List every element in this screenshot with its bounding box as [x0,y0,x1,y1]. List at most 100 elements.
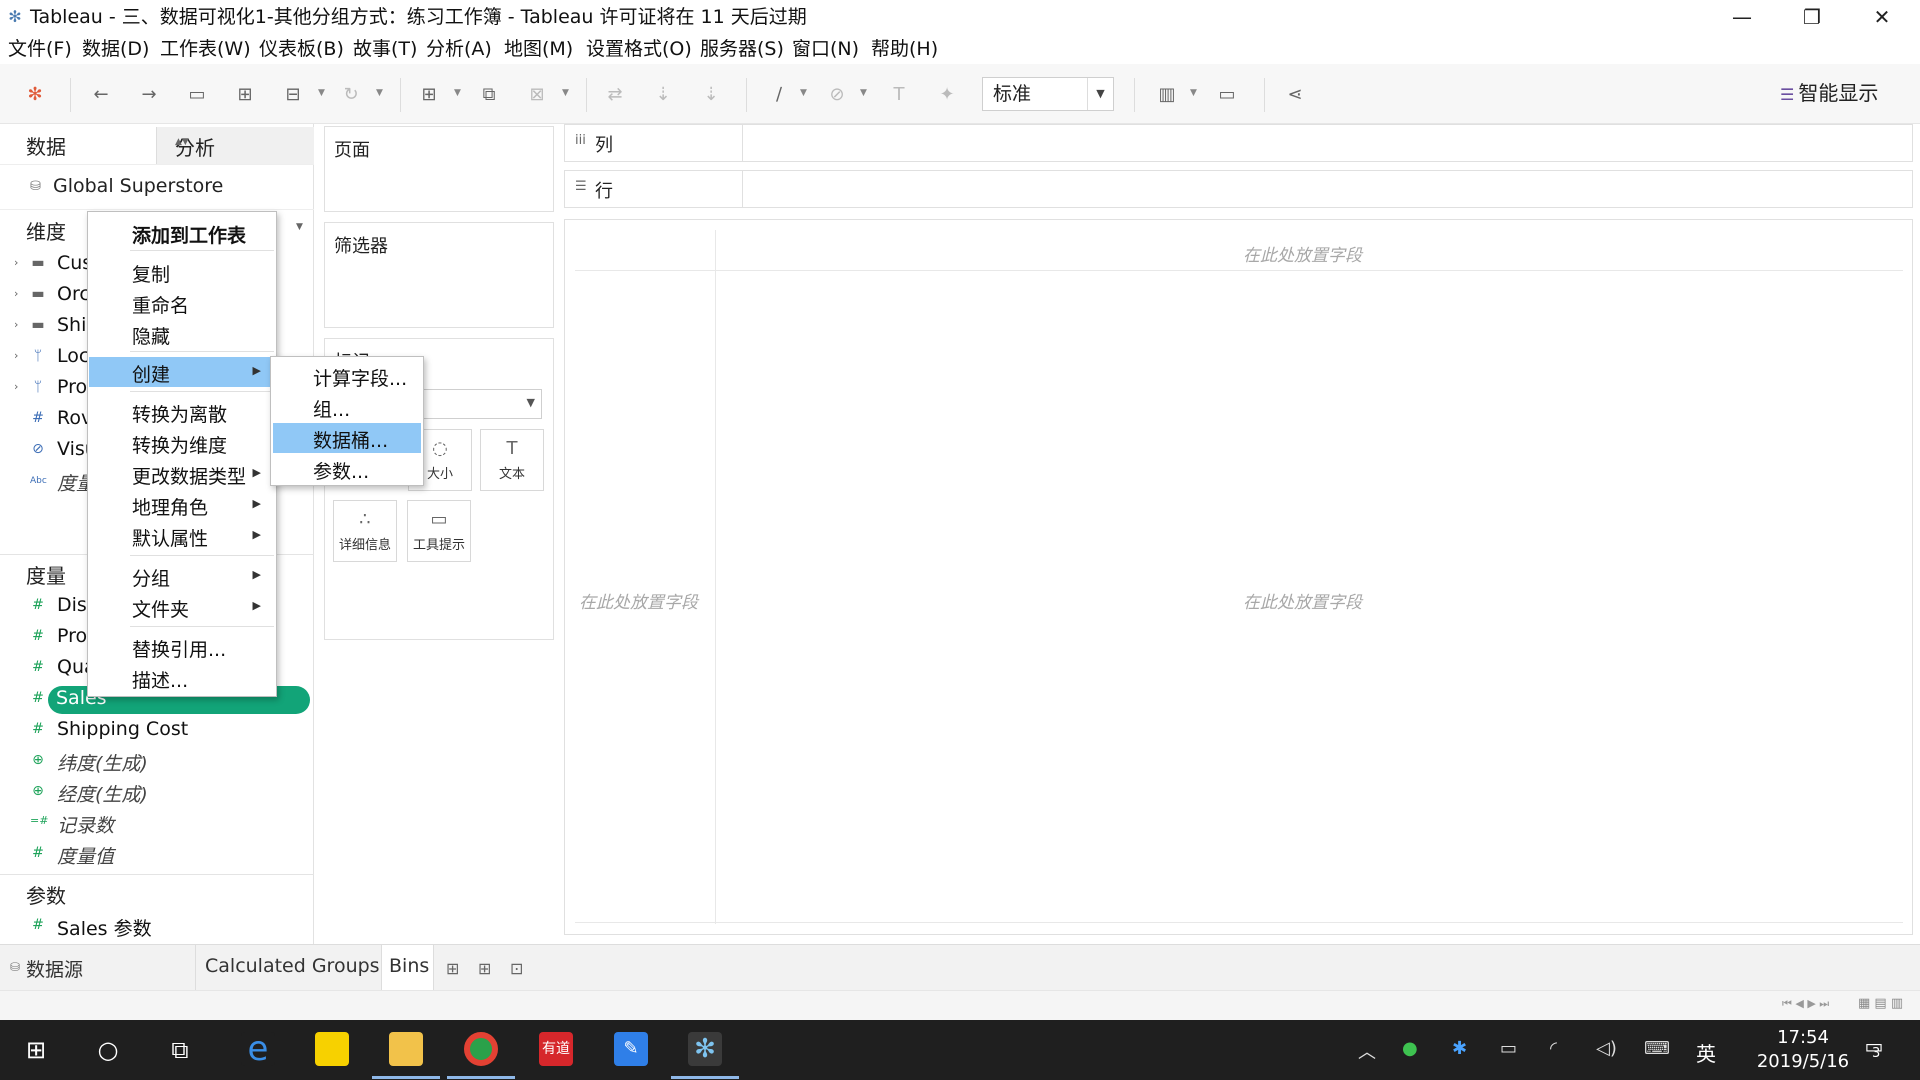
wechat-icon[interactable]: ● [1402,1038,1418,1059]
expand-icon[interactable]: › [14,349,18,362]
presentation-mode-icon[interactable]: ▭ [1214,82,1240,108]
redo-icon[interactable]: → [136,82,162,108]
file-explorer-icon[interactable] [389,1032,423,1066]
show-me-button[interactable]: ☰ 智能显示 [1780,78,1878,108]
menu-map[interactable]: 地图(M) [504,37,573,61]
refresh-icon[interactable]: ↻ [338,82,364,108]
battery-icon[interactable]: ▭ [1500,1038,1517,1059]
menu-convert-discrete[interactable]: 转换为离散 [89,397,275,427]
measure-field[interactable]: # Shipping Cost [0,716,314,746]
tab-datasource[interactable]: ⛁ 数据源 [0,945,196,991]
new-datasource-icon[interactable]: ⊞ [232,82,258,108]
menu-calculated-field[interactable]: 计算字段... [273,361,421,391]
pause-updates-icon[interactable]: ⊟ [280,82,306,108]
show-cards-icon[interactable]: ▥ [1154,82,1180,108]
sheet-nav-icon[interactable]: ⏮ ◀ ▶ ⏭ [1782,997,1829,1011]
note-app-icon[interactable]: ✎ [614,1032,648,1066]
bluetooth-app-icon[interactable]: ✱ [1452,1038,1467,1059]
windows-start-icon[interactable]: ⊞ [16,1030,56,1070]
pages-shelf[interactable]: 页面 [324,126,554,212]
measure-field[interactable]: ⊕ 经度(生成) [0,778,314,808]
columns-shelf[interactable]: iii 列 [564,124,1913,162]
expand-icon[interactable]: › [14,380,18,393]
restore-button[interactable]: ❐ [1782,0,1842,34]
menu-hide[interactable]: 隐藏 [89,319,275,349]
menu-story[interactable]: 故事(T) [353,37,417,61]
menu-rename[interactable]: 重命名 [89,288,275,318]
tab-data[interactable]: 数据 [0,124,156,164]
duplicate-sheet-icon[interactable]: ⧉ [476,82,502,108]
menu-server[interactable]: 服务器(S) [700,37,784,61]
menu-folder[interactable]: 文件夹 ▶ [89,592,275,622]
close-button[interactable]: ✕ [1852,0,1912,34]
drop-field-left[interactable]: 在此处放置字段 [579,588,698,613]
menu-create[interactable]: 创建 ▶ [89,357,275,387]
sheet-sorter-icon[interactable]: ▦ ▤ ▥ [1858,996,1903,1011]
text-button[interactable]: T 文本 [480,429,544,491]
clock[interactable]: 17:54 2019/5/16 [1748,1026,1858,1074]
cortana-icon[interactable]: ○ [88,1030,128,1070]
ime-indicator[interactable]: 英 [1696,1038,1716,1067]
datasource-item[interactable]: ⛁ Global Superstore [0,164,314,210]
highlight-icon[interactable]: ∕ [766,82,792,108]
group-members-icon[interactable]: ⊘ [824,82,850,108]
view-canvas[interactable]: 在此处放置字段 在此处放置字段 在此处放置字段 [564,219,1913,935]
tray-expand-icon[interactable]: ︿ [1358,1038,1376,1064]
menu-replace-references[interactable]: 替换引用... [89,632,275,662]
menu-add-to-sheet[interactable]: 添加到工作表 [89,218,275,248]
measure-field[interactable]: # 度量值 [0,840,314,870]
tooltip-button[interactable]: ▭ 工具提示 [407,500,471,562]
tableau-taskbar-icon[interactable]: ✻ [688,1032,722,1066]
sort-ascending-icon[interactable]: ⇣ [650,82,676,108]
new-worksheet-icon[interactable]: ⊞ [446,959,459,978]
sticky-notes-icon[interactable] [315,1032,349,1066]
menu-worksheet[interactable]: 工作表(W) [160,37,251,61]
measure-field[interactable]: ⊕ 纬度(生成) [0,747,314,777]
chrome-icon[interactable] [464,1032,498,1066]
menu-create-group[interactable]: 组... [273,392,421,422]
tab-calculated-groups[interactable]: Calculated Groups [196,945,382,991]
menu-default-properties[interactable]: 默认属性 ▶ [89,521,275,551]
menu-window[interactable]: 窗口(N) [792,37,859,61]
share-icon[interactable]: ⋖ [1282,82,1308,108]
parameter-field[interactable]: # Sales 参数 [0,912,314,942]
task-view-icon[interactable]: ⧉ [160,1030,200,1070]
menu-analysis[interactable]: 分析(A) [426,37,492,61]
rows-shelf[interactable]: ☰ 行 [564,170,1913,208]
menu-convert-dimension[interactable]: 转换为维度 [89,428,275,458]
tab-bins[interactable]: Bins [382,945,434,991]
menu-change-data-type[interactable]: 更改数据类型 ▶ [89,459,275,489]
new-story-icon[interactable]: ⊡ [510,959,523,978]
new-worksheet-icon[interactable]: ⊞ [416,82,442,108]
drop-field-top[interactable]: 在此处放置字段 [1243,241,1362,266]
menu-file[interactable]: 文件(F) [8,37,72,61]
menu-data[interactable]: 数据(D) [82,37,149,61]
save-icon[interactable]: ▭ [184,82,210,108]
drop-field-center[interactable]: 在此处放置字段 [1243,588,1362,613]
mark-type-select[interactable]: ▼ [420,389,542,419]
menu-bins[interactable]: 数据桶... [273,423,421,453]
menu-parameter[interactable]: 参数... [273,454,421,484]
menu-describe[interactable]: 描述... [89,663,275,693]
action-center-icon[interactable]: 3 ▭ [1858,1034,1890,1066]
volume-icon[interactable]: ◁) [1596,1038,1617,1059]
menu-copy[interactable]: 复制 [89,257,275,287]
menu-dashboard[interactable]: 仪表板(B) [259,37,344,61]
menu-group[interactable]: 分组 ▶ [89,561,275,591]
menu-format[interactable]: 设置格式(O) [586,37,692,61]
keyboard-icon[interactable]: ⌨ [1644,1038,1670,1059]
expand-icon[interactable]: › [14,287,18,300]
measure-field[interactable]: =# 记录数 [0,809,314,839]
fix-axes-icon[interactable]: ✦ [934,82,960,108]
show-labels-icon[interactable]: T [886,82,912,108]
chevron-down-icon[interactable]: ▼ [296,222,303,232]
undo-icon[interactable]: ← [88,82,114,108]
minimize-button[interactable]: — [1712,0,1772,34]
expand-icon[interactable]: › [14,318,18,331]
wifi-icon[interactable]: ◜ [1550,1038,1557,1059]
swap-rows-cols-icon[interactable]: ⇄ [602,82,628,108]
clear-sheet-icon[interactable]: ⊠ [524,82,550,108]
filters-shelf[interactable]: 筛选器 [324,222,554,328]
new-dashboard-icon[interactable]: ⊞ [478,959,491,978]
fit-select[interactable]: 标准 ▼ [982,77,1114,111]
